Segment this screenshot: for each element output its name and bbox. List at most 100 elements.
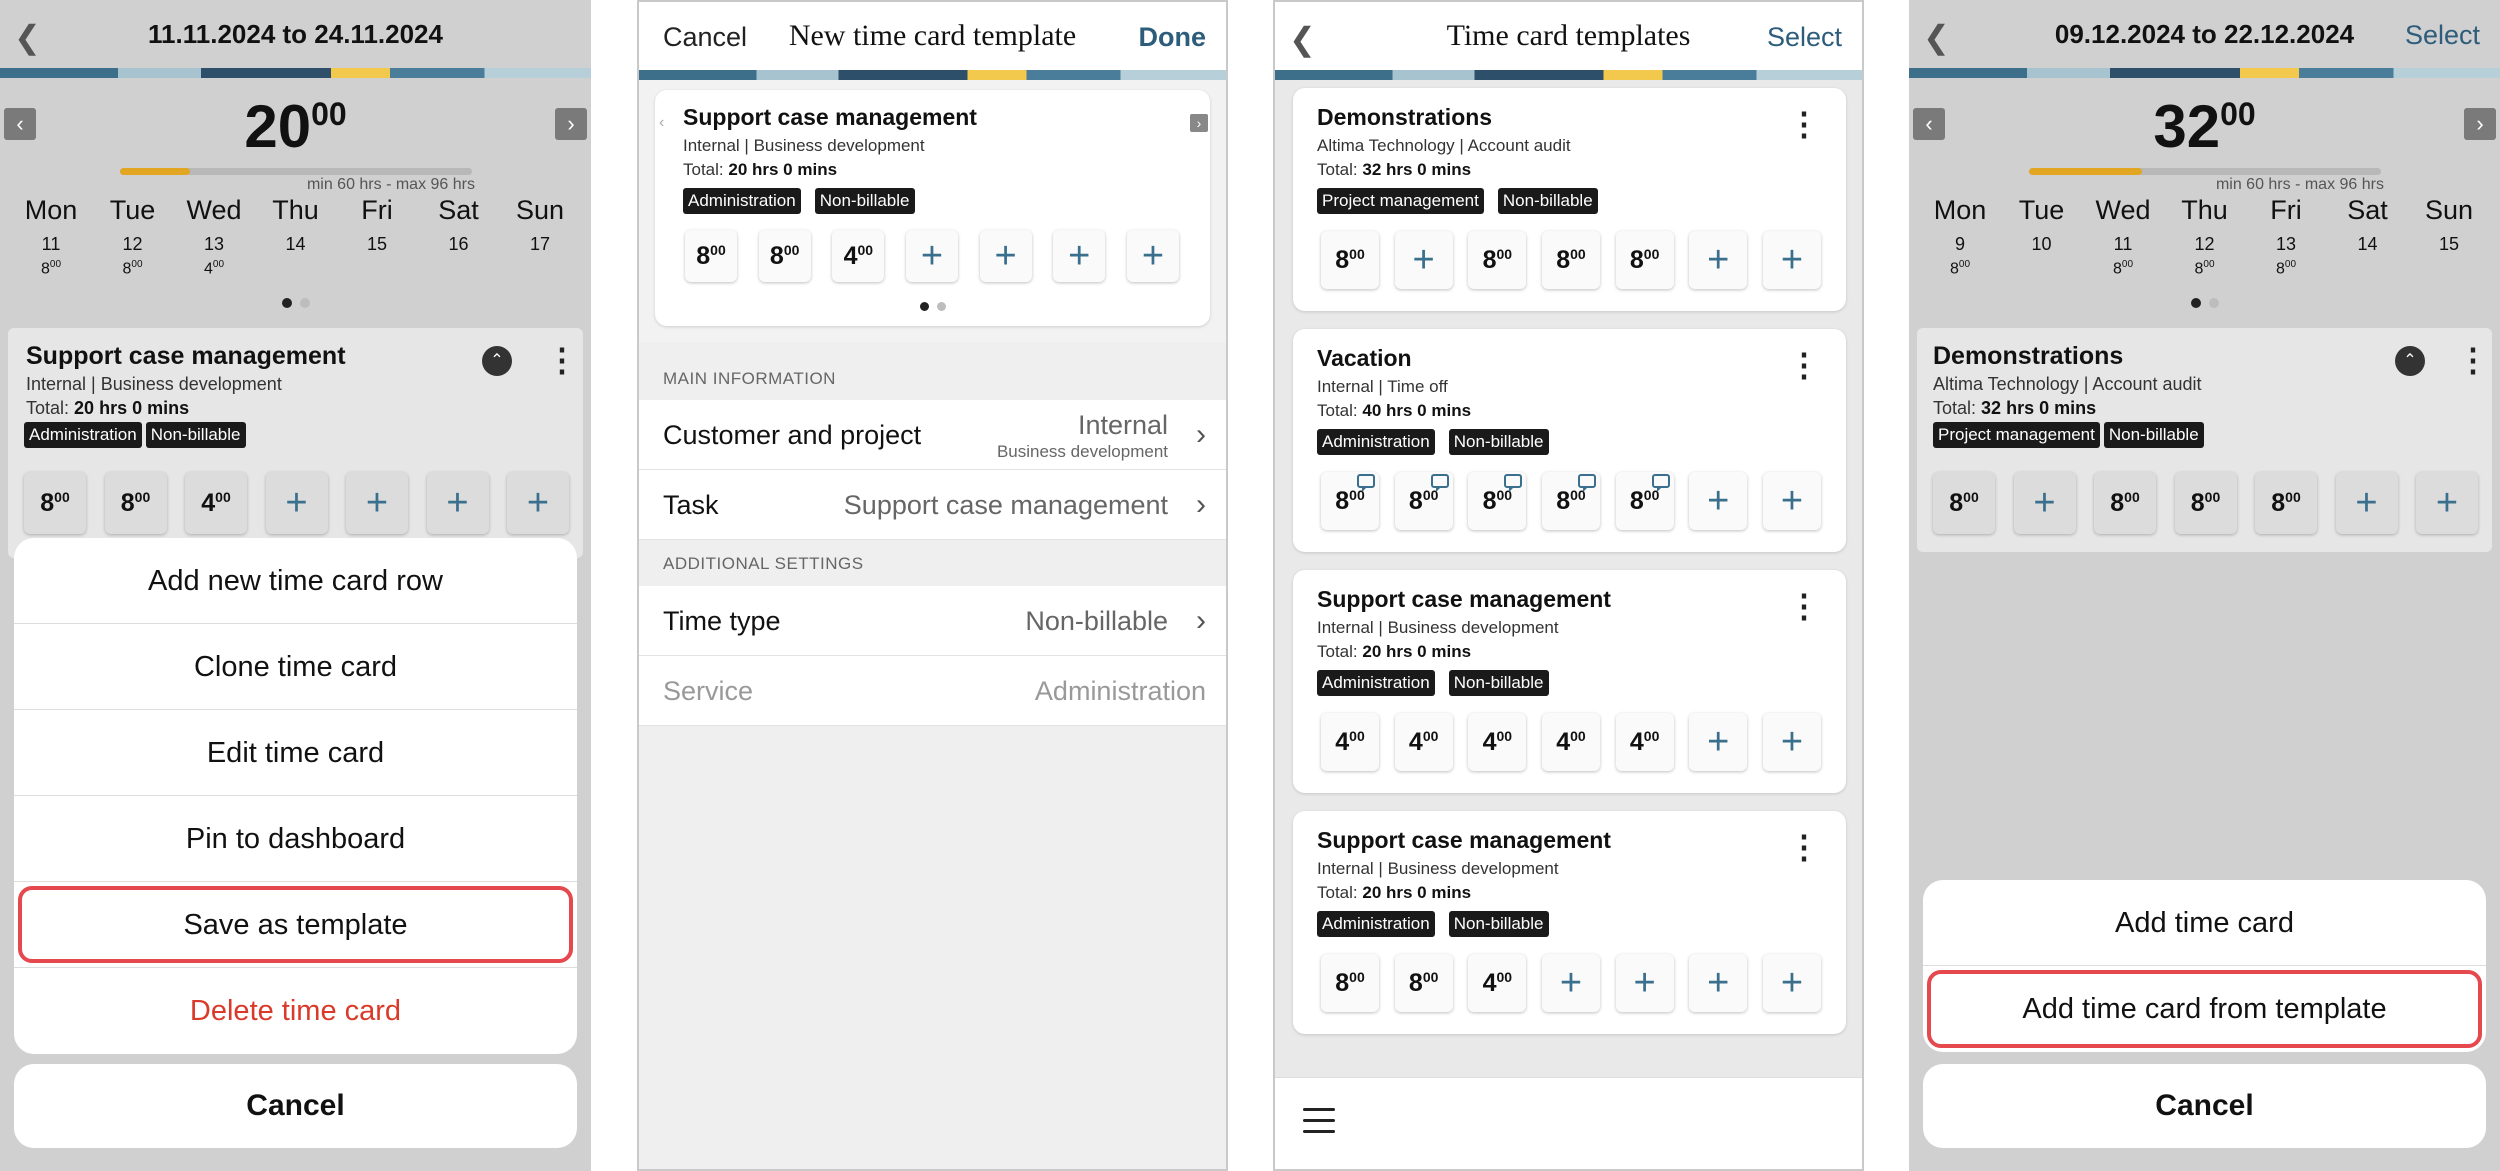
hours-cell[interactable]: 800	[1394, 472, 1453, 530]
add-hours-button[interactable]: +	[265, 472, 328, 534]
day-column[interactable]: Mon 9 800	[1921, 195, 1999, 278]
next-icon[interactable]: ›	[1190, 114, 1208, 132]
add-hours-button[interactable]: +	[2416, 472, 2478, 534]
hours-cell[interactable]: 800	[1321, 954, 1379, 1012]
hours-cell[interactable]: 800	[1615, 472, 1674, 530]
time-card[interactable]: Demonstrations ⌃ ⋮ Altima Technology | A…	[1917, 328, 2492, 552]
add-hours-button[interactable]: +	[2013, 472, 2076, 534]
template-card[interactable]: Demonstrations ⋮ Altima Technology | Accou…	[1293, 88, 1846, 311]
add-hours-button[interactable]: +	[1126, 230, 1179, 282]
day-column[interactable]: Sun 17	[501, 195, 579, 278]
hours-cell[interactable]: 800	[758, 230, 811, 282]
hours-cell[interactable]: 400	[1468, 713, 1527, 771]
more-options-icon[interactable]: ⋮	[1788, 831, 1820, 863]
more-options-icon[interactable]: ⋮	[1788, 108, 1820, 140]
hours-cell[interactable]: 800	[685, 230, 737, 282]
delete-button[interactable]: Delete time card	[14, 968, 577, 1054]
add-hours-button[interactable]: +	[1689, 472, 1748, 530]
add-hours-button[interactable]: +	[1689, 231, 1748, 289]
day-column[interactable]: Thu 12 800	[2166, 195, 2244, 278]
save-as-template-button[interactable]: Save as template	[14, 882, 577, 968]
customer-project-row[interactable]: Customer and project Internal Business d…	[639, 400, 1226, 470]
page-dot[interactable]	[2208, 298, 2219, 308]
add-hours-button[interactable]: +	[2335, 472, 2398, 534]
hours-cell[interactable]: 400	[1541, 713, 1600, 771]
hours-cell[interactable]: 800	[1541, 472, 1600, 530]
add-hours-button[interactable]: +	[905, 230, 958, 282]
prev-icon[interactable]: ‹	[659, 114, 664, 132]
day-column[interactable]: Sat 16	[420, 195, 498, 278]
done-link[interactable]: Done	[1139, 22, 1207, 53]
hours-cell[interactable]: 800	[1321, 231, 1379, 289]
add-row-button[interactable]: Add new time card row	[14, 538, 577, 624]
add-hours-button[interactable]: +	[1053, 230, 1106, 282]
select-link[interactable]: Select	[2405, 20, 2480, 51]
add-hours-button[interactable]: +	[507, 472, 569, 534]
day-column[interactable]: Mon 11 800	[12, 195, 90, 278]
add-hours-button[interactable]: +	[1541, 954, 1600, 1012]
page-dot[interactable]	[299, 298, 310, 308]
page-dot-active[interactable]	[2190, 298, 2201, 308]
hours-cell[interactable]: 400	[1394, 713, 1453, 771]
hours-cell[interactable]: 800	[2255, 472, 2317, 534]
clone-button[interactable]: Clone time card	[14, 624, 577, 710]
add-hours-button[interactable]: +	[1762, 472, 1821, 530]
hours-cell[interactable]: 400	[832, 230, 885, 282]
day-column[interactable]: Fri 13 800	[2247, 195, 2325, 278]
hours-cell[interactable]: 400	[1321, 713, 1379, 771]
template-card[interactable]: Support case management ⋮ Internal | Busin…	[1293, 570, 1846, 793]
more-options-icon[interactable]: ⋮	[1788, 590, 1820, 622]
task-row[interactable]: Task Support case management ›	[639, 470, 1226, 540]
hours-cell[interactable]: 800	[104, 472, 167, 534]
more-options-icon[interactable]: ⋮	[1788, 349, 1820, 381]
hours-cell[interactable]: 800	[24, 472, 86, 534]
day-column[interactable]: Thu 14	[257, 195, 335, 278]
add-hours-button[interactable]: +	[1762, 954, 1821, 1012]
hours-cell[interactable]: 400	[1615, 713, 1674, 771]
day-column[interactable]: Tue 12 800	[94, 195, 172, 278]
add-hours-button[interactable]: +	[1394, 231, 1453, 289]
hours-cell[interactable]: 800	[1615, 231, 1674, 289]
page-dot-active[interactable]	[919, 302, 929, 311]
day-column[interactable]: Tue 10	[2003, 195, 2081, 278]
template-card[interactable]: Vacation ⋮ Internal | Time off Total: 40 hr…	[1293, 329, 1846, 552]
hours-cell[interactable]: 800	[1468, 231, 1527, 289]
hours-cell[interactable]: 800	[1394, 954, 1453, 1012]
more-options-icon[interactable]: ⋮	[546, 344, 578, 376]
menu-icon[interactable]	[1303, 1108, 1335, 1141]
add-from-template-button[interactable]: Add time card from template	[1923, 966, 2486, 1052]
hours-cell[interactable]: 800	[1321, 472, 1379, 530]
add-hours-button[interactable]: +	[1762, 231, 1821, 289]
time-type-row[interactable]: Time type Non-billable ›	[639, 586, 1226, 656]
day-column[interactable]: Fri 15	[338, 195, 416, 278]
add-hours-button[interactable]: +	[1762, 713, 1821, 771]
edit-button[interactable]: Edit time card	[14, 710, 577, 796]
day-column[interactable]: Wed 13 400	[175, 195, 253, 278]
add-hours-button[interactable]: +	[1689, 713, 1748, 771]
add-hours-button[interactable]: +	[346, 472, 408, 534]
day-column[interactable]: Sat 14	[2329, 195, 2407, 278]
hours-cell[interactable]: 800	[1933, 472, 1995, 534]
day-column[interactable]: Wed 11 800	[2084, 195, 2162, 278]
day-column[interactable]: Sun 15	[2410, 195, 2488, 278]
pin-button[interactable]: Pin to dashboard	[14, 796, 577, 882]
add-hours-button[interactable]: +	[426, 472, 489, 534]
template-card[interactable]: Support case management ⋮ Internal | Busin…	[1293, 811, 1846, 1034]
page-dot[interactable]	[936, 302, 946, 311]
more-options-icon[interactable]: ⋮	[2457, 344, 2489, 376]
add-time-card-button[interactable]: Add time card	[1923, 880, 2486, 966]
hours-cell[interactable]: 800	[1541, 231, 1600, 289]
cancel-button[interactable]: Cancel	[1923, 1064, 2486, 1148]
hours-cell[interactable]: 800	[2174, 472, 2237, 534]
select-link[interactable]: Select	[1767, 22, 1842, 53]
cancel-button[interactable]: Cancel	[14, 1064, 577, 1148]
hours-cell[interactable]: 800	[2094, 472, 2156, 534]
hours-cell[interactable]: 400	[185, 472, 247, 534]
add-hours-button[interactable]: +	[1689, 954, 1748, 1012]
collapse-icon[interactable]: ⌃	[482, 346, 512, 376]
hours-cell[interactable]: 800	[1468, 472, 1527, 530]
page-dot-active[interactable]	[281, 298, 292, 308]
time-card[interactable]: Support case management ⌃ ⋮ Internal | B…	[8, 328, 583, 558]
hours-cell[interactable]: 400	[1468, 954, 1527, 1012]
collapse-icon[interactable]: ⌃	[2395, 346, 2425, 376]
